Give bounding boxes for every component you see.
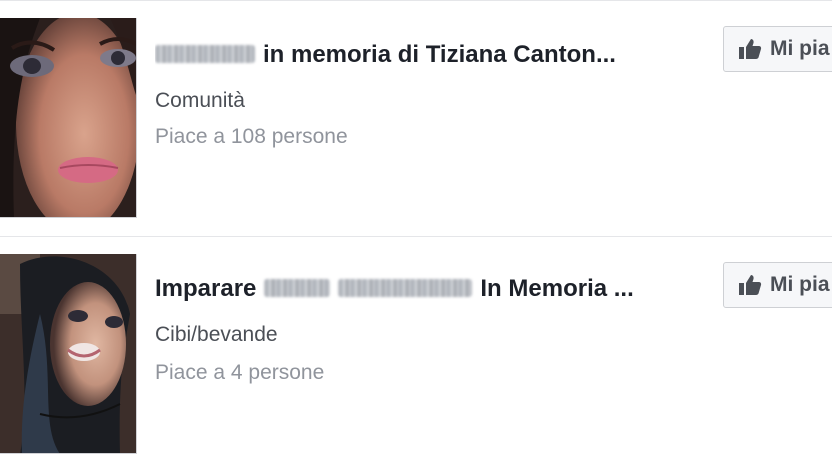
like-button-label: Mi pia	[770, 273, 830, 296]
like-button-label: Mi pia	[770, 37, 830, 60]
search-results-page: in memoria di Tiziana Canton... Comunità…	[0, 0, 832, 468]
page-title-start: Imparare	[155, 275, 257, 302]
row-divider	[0, 236, 832, 237]
page-title-link[interactable]: Imparare In Memoria ...	[155, 274, 685, 304]
top-divider	[0, 0, 832, 1]
page-result-item: Imparare In Memoria ... Cibi/bevande Piac…	[0, 254, 832, 454]
page-title-text: in memoria di Tiziana Canton...	[263, 41, 616, 68]
page-category: Comunità	[155, 89, 245, 112]
page-title-end: In Memoria ...	[480, 275, 634, 302]
thumbs-up-icon	[738, 38, 762, 60]
like-page-button[interactable]: Mi pia	[723, 262, 832, 308]
page-category: Cibi/bevande	[155, 323, 278, 346]
page-result-item: in memoria di Tiziana Canton... Comunità…	[0, 18, 832, 220]
blurred-name	[155, 44, 255, 63]
page-title-link[interactable]: in memoria di Tiziana Canton...	[155, 40, 690, 70]
page-likes-count: Piace a 4 persone	[155, 361, 325, 384]
thumbs-up-icon	[738, 274, 762, 296]
page-profile-picture[interactable]	[0, 18, 137, 218]
blurred-name	[338, 278, 473, 297]
blurred-name	[264, 278, 331, 297]
page-likes-count: Piace a 108 persone	[155, 125, 348, 148]
profile-photo-image	[0, 18, 136, 217]
page-profile-picture[interactable]	[0, 254, 137, 454]
like-page-button[interactable]: Mi pia	[723, 26, 832, 72]
profile-photo-image	[0, 254, 136, 453]
